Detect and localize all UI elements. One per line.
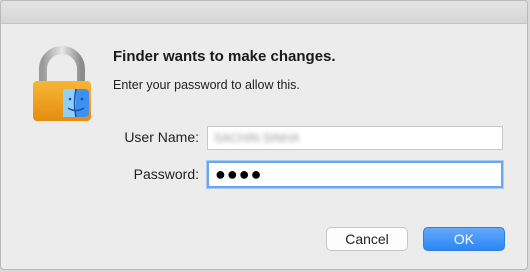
password-value: ●●●● xyxy=(215,164,263,184)
password-label: Password: xyxy=(133,166,199,182)
dialog-subtitle: Enter your password to allow this. xyxy=(113,78,300,92)
password-field[interactable]: ●●●● xyxy=(207,161,503,188)
padlock-icon xyxy=(29,45,99,125)
finder-icon xyxy=(63,88,89,118)
cancel-button[interactable]: Cancel xyxy=(326,227,408,251)
username-label: User Name: xyxy=(124,129,199,145)
ok-button[interactable]: OK xyxy=(423,227,505,251)
window-titlebar[interactable] xyxy=(1,1,527,24)
authorization-dialog: Finder wants to make changes. Enter your… xyxy=(0,0,528,270)
username-field[interactable]: SACHIN SINHA xyxy=(207,126,503,150)
dialog-title: Finder wants to make changes. xyxy=(113,48,336,65)
username-value: SACHIN SINHA xyxy=(214,131,300,145)
